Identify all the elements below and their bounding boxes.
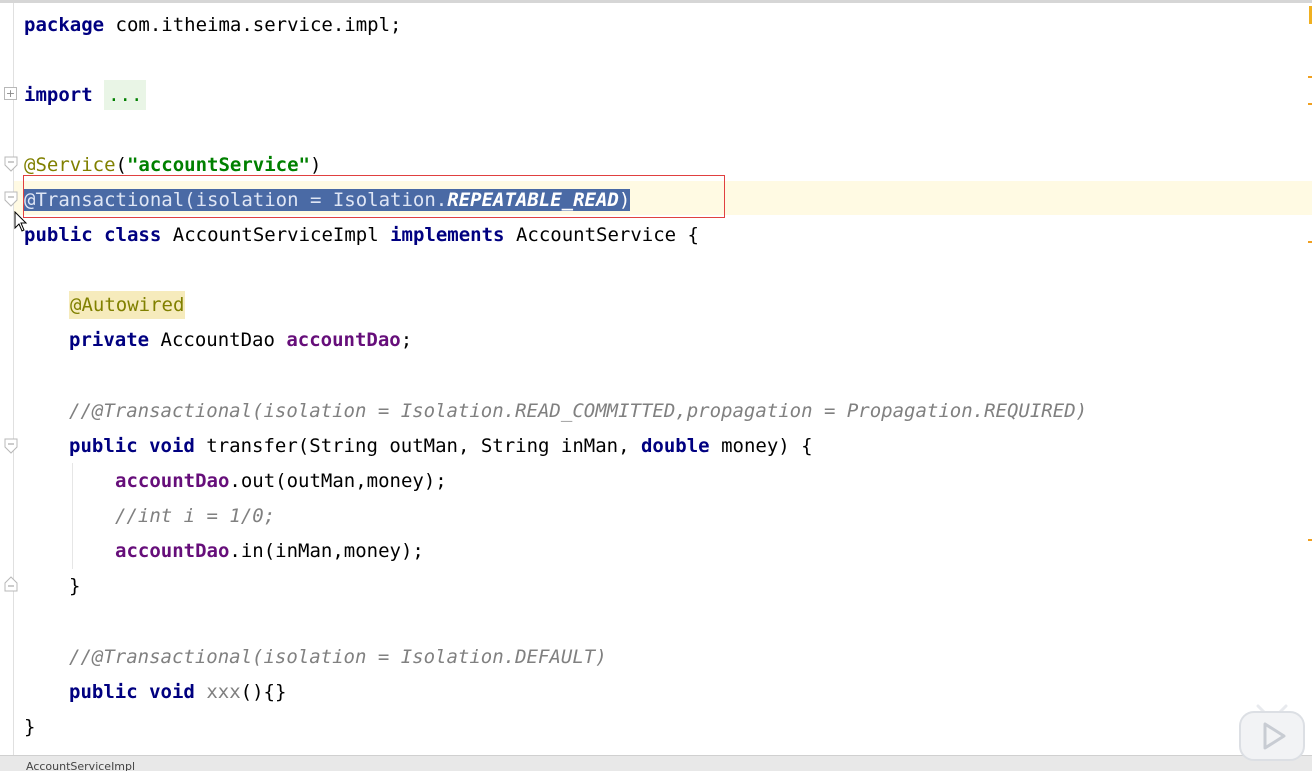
code-line-method-transfer[interactable]: public void transfer(String outMan, Stri…	[69, 433, 813, 459]
code-line-comment-int[interactable]: //int i = 1/0;	[115, 503, 275, 529]
code-line-class[interactable]: public class AccountServiceImpl implemen…	[24, 222, 699, 248]
error-stripe-marker[interactable]	[1308, 76, 1312, 78]
method-body-empty: (){}	[240, 681, 287, 703]
top-border	[0, 0, 1312, 3]
keyword-import: import	[24, 84, 93, 106]
mouse-cursor-icon	[14, 211, 28, 232]
method-name-xxx: xxx	[206, 681, 241, 703]
play-overlay-icon[interactable]	[1238, 700, 1306, 764]
method-signature-end: money) {	[709, 435, 813, 457]
ide-window: + package com.itheima.service.impl; impo…	[0, 0, 1312, 771]
keyword-implements: implements	[390, 224, 505, 246]
keyword-public: public	[24, 224, 93, 246]
comment-transactional-default: //@Transactional(isolation = Isolation.D…	[69, 646, 607, 668]
error-stripe-marker[interactable]	[1308, 241, 1312, 243]
paren-open: (	[115, 154, 127, 176]
keyword-void: void	[149, 681, 195, 703]
code-line-comment-1[interactable]: //@Transactional(isolation = Isolation.R…	[69, 398, 1087, 424]
editor-gutter	[0, 3, 14, 755]
keyword-void: void	[149, 435, 195, 457]
highlight-box	[23, 175, 725, 218]
paren-close: )	[310, 154, 322, 176]
fold-collapse-icon[interactable]	[4, 191, 18, 207]
fold-end-icon[interactable]	[4, 576, 18, 592]
field-account-dao: accountDao	[286, 329, 401, 351]
breadcrumb-class[interactable]: AccountServiceImpl	[26, 760, 135, 771]
brace-close: }	[24, 716, 36, 738]
class-name: AccountServiceImpl	[172, 224, 379, 246]
fold-collapse-icon[interactable]	[4, 156, 18, 172]
brace-close: }	[69, 575, 81, 597]
string-account-service: "accountService"	[126, 154, 310, 176]
code-line-autowired[interactable]: @Autowired	[69, 291, 186, 319]
keyword-class: class	[104, 224, 162, 246]
field-type: AccountDao	[149, 329, 287, 351]
error-stripe-marker[interactable]	[1308, 103, 1312, 105]
indent-guide	[72, 463, 73, 569]
code-line-package[interactable]: package com.itheima.service.impl;	[24, 12, 402, 38]
field-account-dao: accountDao	[115, 470, 230, 492]
folded-imports[interactable]: ...	[104, 80, 147, 110]
code-line-class-close[interactable]: }	[24, 714, 35, 740]
code-line-out-call[interactable]: accountDao.out(outMan,money);	[115, 468, 447, 494]
keyword-double: double	[640, 435, 710, 457]
keyword-private: private	[69, 329, 150, 351]
method-signature: transfer(String outMan, String inMan,	[194, 435, 641, 457]
annotation-autowired: @Autowired	[69, 291, 186, 319]
fold-expand-icon[interactable]: +	[4, 87, 17, 100]
field-account-dao: accountDao	[115, 540, 230, 562]
keyword-public: public	[69, 681, 138, 703]
call-out: .out(outMan,money);	[229, 470, 447, 492]
code-line-method-close[interactable]: }	[69, 573, 80, 599]
keyword-public: public	[69, 435, 138, 457]
comment-transactional-read-committed: //@Transactional(isolation = Isolation.R…	[69, 400, 1088, 422]
fold-collapse-icon[interactable]	[4, 438, 18, 454]
comment-int-division: //int i = 1/0;	[115, 505, 276, 527]
error-stripe-marker[interactable]	[1308, 539, 1312, 541]
call-in: .in(inMan,money);	[229, 540, 424, 562]
code-line-import[interactable]: import ...	[24, 80, 147, 110]
code-line-in-call[interactable]: accountDao.in(inMan,money);	[115, 538, 424, 564]
package-name: com.itheima.service.impl;	[104, 14, 402, 36]
breadcrumb-bar: AccountServiceImpl	[0, 755, 1312, 771]
annotation-service: @Service	[24, 154, 116, 176]
keyword-package: package	[24, 14, 105, 36]
code-line-method-xxx[interactable]: public void xxx(){}	[69, 679, 286, 705]
semicolon: ;	[400, 329, 413, 351]
interface-name: AccountService {	[515, 224, 699, 246]
code-line-field[interactable]: private AccountDao accountDao;	[69, 327, 412, 353]
code-line-comment-2[interactable]: //@Transactional(isolation = Isolation.D…	[69, 644, 607, 670]
